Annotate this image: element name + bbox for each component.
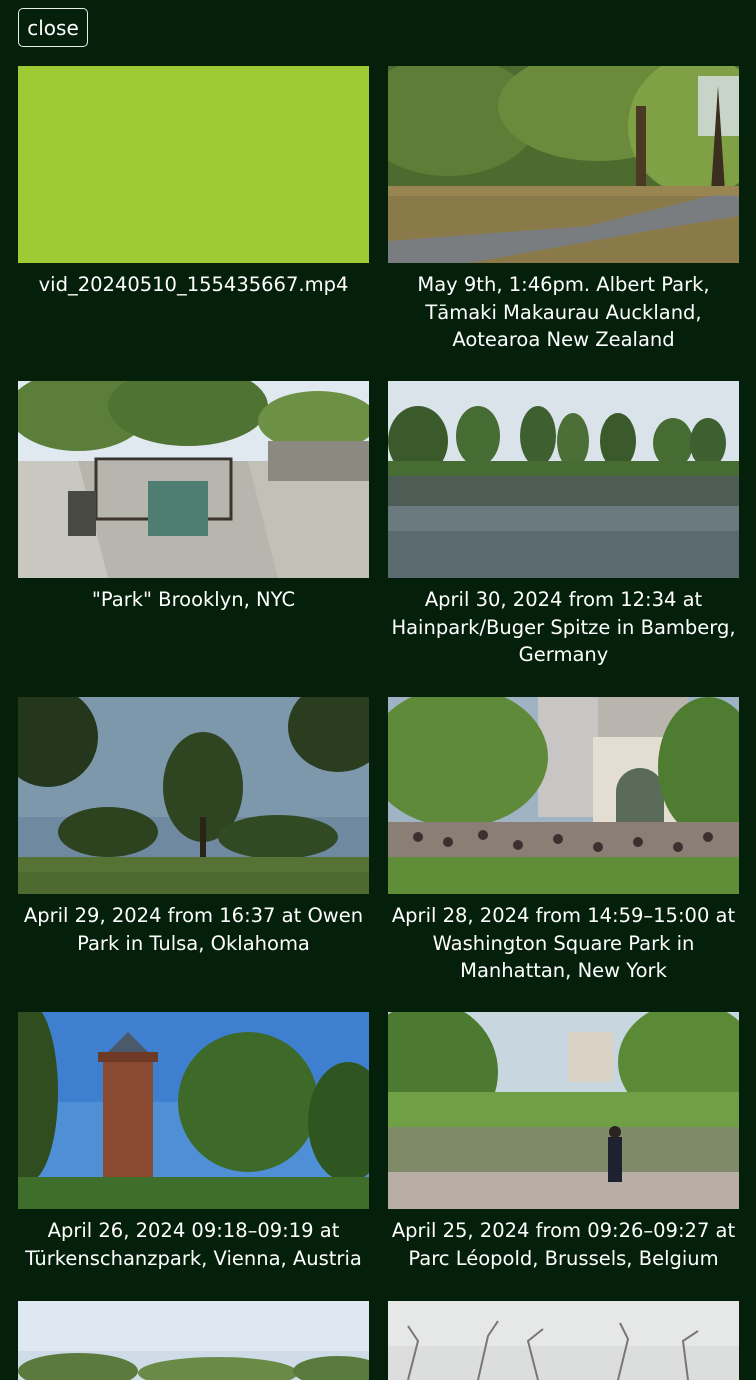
item-caption: "Park" Brooklyn, NYC: [18, 586, 369, 614]
caption-line: Manhattan, New York: [460, 959, 667, 982]
caption-line: Parc Léopold, Brussels, Belgium: [408, 1246, 719, 1270]
gallery-item[interactable]: "Park" Brooklyn, NYC: [18, 381, 369, 614]
caption-line: April 26, 2024 09:18–09:19 at: [47, 1219, 340, 1242]
item-caption: April 26, 2024 09:18–09:19 at Türkenscha…: [18, 1217, 369, 1272]
item-caption: April 25, 2024 from 09:26–09:27 at Parc …: [388, 1217, 739, 1272]
caption-line: April 30, 2024 from 12:34 at: [424, 588, 703, 611]
photo-thumbnail[interactable]: [388, 66, 739, 263]
gallery-item[interactable]: April 26, 2024 09:18–09:19 at Türkenscha…: [18, 1012, 369, 1272]
item-caption: vid_20240510_155435667.mp4: [18, 271, 369, 299]
caption-line: May 9th, 1:46pm. Albert Park,: [417, 273, 710, 296]
caption-line: Türkenschanzpark, Vienna, Austria: [25, 1246, 362, 1270]
park-photo-image: [388, 1301, 739, 1380]
caption-line: Washington Square Park in: [432, 931, 695, 955]
item-caption: May 9th, 1:46pm. Albert Park, Tāmaki Mak…: [388, 271, 739, 354]
gallery-item[interactable]: May 9th, 1:46pm. Albert Park, Tāmaki Mak…: [388, 66, 739, 354]
gallery-item[interactable]: April 29, 2024 from 16:37 at Owen Park i…: [18, 697, 369, 957]
photo-thumbnail[interactable]: [388, 697, 739, 894]
gallery-item[interactable]: [18, 1301, 369, 1380]
photo-thumbnail[interactable]: [18, 697, 369, 894]
park-photo-image: [388, 1012, 739, 1209]
video-placeholder-image: [18, 66, 369, 263]
photo-thumbnail[interactable]: [18, 381, 369, 578]
park-photo-image: [18, 381, 369, 578]
park-photo-image: [18, 697, 369, 894]
video-thumbnail[interactable]: [18, 66, 369, 263]
close-button[interactable]: close: [18, 8, 88, 47]
park-photo-image: [388, 66, 739, 263]
photo-thumbnail[interactable]: [388, 1012, 739, 1209]
caption-line: April 29, 2024 from 16:37 at Owen: [23, 904, 364, 927]
gallery-item[interactable]: April 28, 2024 from 14:59–15:00 at Washi…: [388, 697, 739, 985]
caption-line: Hainpark/Buger Spitze in Bamberg,: [391, 615, 736, 639]
caption-line: vid_20240510_155435667.mp4: [38, 273, 349, 296]
lake-photo-image: [388, 381, 739, 578]
caption-line: April 28, 2024 from 14:59–15:00 at: [391, 904, 736, 927]
photo-thumbnail[interactable]: [388, 1301, 739, 1380]
caption-line: Germany: [518, 643, 609, 666]
caption-line: April 25, 2024 from 09:26–09:27 at: [391, 1219, 736, 1242]
park-photo-image: [18, 1301, 369, 1380]
gallery-item[interactable]: April 30, 2024 from 12:34 at Hainpark/Bu…: [388, 381, 739, 669]
park-photo-image: [388, 697, 739, 894]
photo-thumbnail[interactable]: [18, 1012, 369, 1209]
item-caption: April 28, 2024 from 14:59–15:00 at Washi…: [388, 902, 739, 985]
item-caption: April 30, 2024 from 12:34 at Hainpark/Bu…: [388, 586, 739, 669]
photo-thumbnail[interactable]: [388, 381, 739, 578]
caption-line: Aotearoa New Zealand: [452, 328, 675, 351]
caption-line: "Park" Brooklyn, NYC: [91, 588, 296, 611]
gallery-item[interactable]: vid_20240510_155435667.mp4: [18, 66, 369, 299]
gallery-item[interactable]: April 25, 2024 from 09:26–09:27 at Parc …: [388, 1012, 739, 1272]
caption-line: Tāmaki Makaurau Auckland,: [425, 300, 702, 324]
item-caption: April 29, 2024 from 16:37 at Owen Park i…: [18, 902, 369, 957]
park-photo-image: [18, 1012, 369, 1209]
gallery-item[interactable]: [388, 1301, 739, 1380]
photo-thumbnail[interactable]: [18, 1301, 369, 1380]
caption-line: Park in Tulsa, Oklahoma: [77, 931, 310, 955]
